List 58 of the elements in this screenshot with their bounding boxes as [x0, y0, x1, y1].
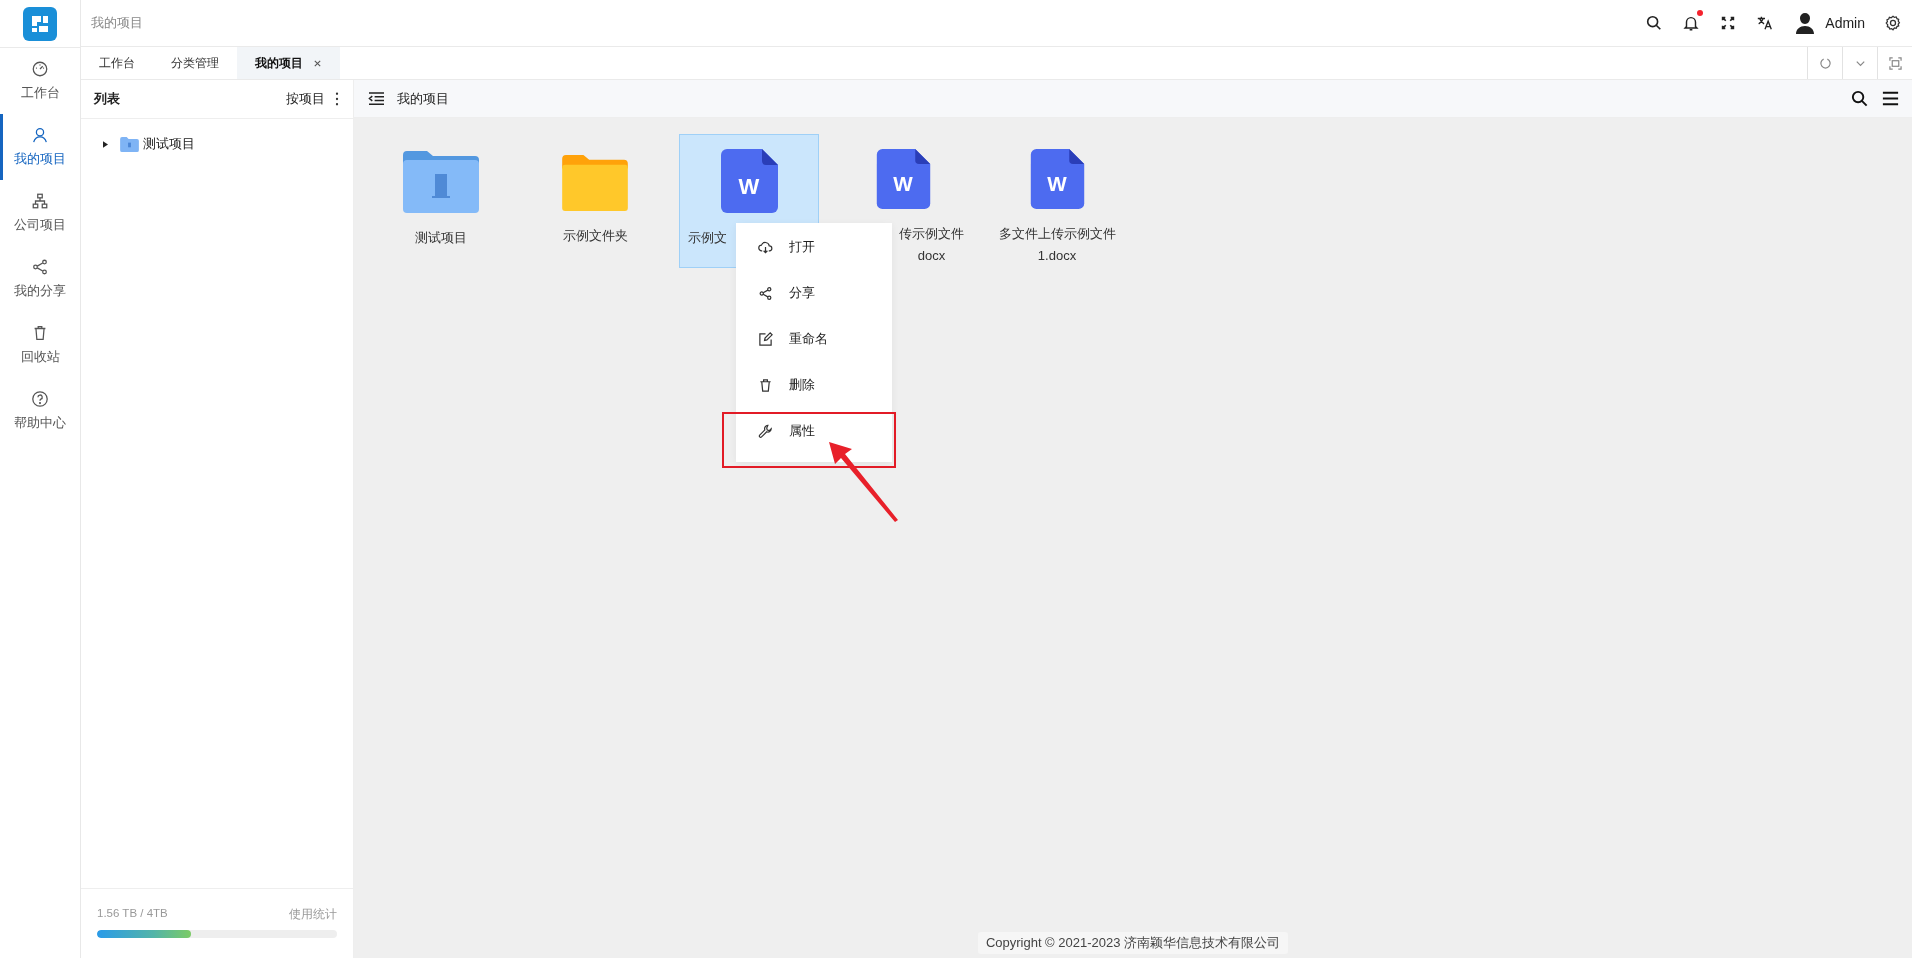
tab[interactable]: 工作台	[81, 47, 153, 79]
menu-item[interactable]: 分享	[736, 270, 892, 316]
user-name[interactable]: Admin	[1825, 15, 1865, 31]
tab[interactable]: 我的项目	[237, 47, 340, 79]
panel-title: 列表	[94, 90, 120, 108]
share-icon	[31, 258, 49, 276]
menu-item[interactable]: 重命名	[736, 316, 892, 362]
group-by-button[interactable]: 按项目	[286, 90, 325, 108]
search-icon[interactable]	[1645, 14, 1664, 32]
menu-item[interactable]: 属性	[736, 408, 892, 454]
word-file-icon: W	[1028, 149, 1086, 209]
nav-item[interactable]: 帮助中心	[0, 378, 77, 444]
file-name: 测试项目	[415, 229, 467, 247]
search-icon[interactable]	[1850, 89, 1869, 108]
bell-icon[interactable]	[1682, 14, 1701, 32]
nav-item[interactable]: 我的分享	[0, 246, 77, 312]
translate-icon[interactable]	[1756, 14, 1775, 32]
user-icon	[31, 126, 49, 144]
folder-icon	[562, 155, 628, 211]
file-item[interactable]: 示例文件夹	[525, 134, 665, 268]
file-item[interactable]: 测试项目	[371, 134, 511, 268]
edit-icon	[758, 331, 773, 347]
nav-item[interactable]: 公司项目	[0, 180, 77, 246]
nav-item[interactable]: 回收站	[0, 312, 77, 378]
nav-item[interactable]: 我的项目	[0, 114, 77, 180]
file-name: 示例文	[688, 229, 727, 247]
maximize-icon[interactable]	[1888, 56, 1902, 70]
page-title: 我的项目	[91, 14, 143, 32]
file-name: 示例文件夹	[562, 227, 628, 245]
word-file-icon: W	[874, 149, 932, 209]
folder-icon	[120, 136, 139, 152]
menu-icon[interactable]	[1881, 89, 1900, 108]
cloud-download-icon	[758, 239, 773, 255]
wrench-icon	[758, 423, 773, 439]
refresh-icon[interactable]	[1818, 56, 1832, 70]
settings-icon[interactable]	[1884, 14, 1902, 32]
copyright-text: Copyright © 2021-2023 济南颖华信息技术有限公司	[977, 932, 1289, 954]
file-name: 传示例文件 docx	[899, 225, 964, 265]
word-file-icon: W	[720, 149, 778, 213]
file-item[interactable]: W 多文件上传示例文件 1.docx	[987, 134, 1127, 268]
more-icon[interactable]	[335, 92, 339, 106]
share-icon	[758, 285, 773, 301]
collapse-icon[interactable]	[368, 91, 385, 106]
breadcrumb: 我的项目	[397, 89, 449, 108]
project-folder-icon	[403, 151, 479, 213]
close-icon[interactable]	[313, 58, 322, 68]
tree-item[interactable]: 测试项目	[103, 135, 353, 153]
menu-item[interactable]: 删除	[736, 362, 892, 408]
caret-icon[interactable]	[103, 140, 108, 148]
gauge-icon	[31, 60, 49, 78]
trash-icon	[758, 377, 773, 393]
storage-usage: 1.56 TB / 4TB	[97, 907, 168, 921]
tab[interactable]: 分类管理	[153, 47, 237, 79]
file-name: 多文件上传示例文件 1.docx	[998, 225, 1116, 265]
help-icon	[31, 390, 49, 408]
logo-icon	[23, 6, 57, 41]
nav-item[interactable]: 工作台	[0, 48, 77, 114]
org-chart-icon	[31, 192, 49, 210]
